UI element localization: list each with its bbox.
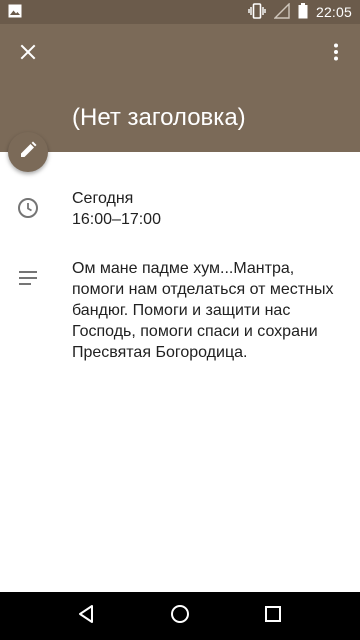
close-icon (20, 44, 36, 65)
back-button[interactable] (63, 592, 111, 640)
event-time-row: Сегодня 16:00–17:00 (0, 188, 360, 236)
edit-event-button[interactable] (8, 132, 48, 172)
event-time-range: 16:00–17:00 (72, 211, 161, 228)
more-options-button[interactable] (322, 36, 350, 72)
notes-icon (16, 266, 40, 290)
event-detail-screen: 22:05 (Нет заголовка) Сегодня 16:00–17:0… (0, 0, 360, 640)
recents-icon (264, 605, 282, 628)
vibrate-icon (248, 2, 266, 22)
signal-icon (273, 1, 290, 22)
home-icon (170, 604, 190, 629)
more-vert-icon (333, 43, 339, 66)
image-icon (8, 4, 22, 21)
event-description: Ом мане падме хум...Мантра, помоги нам о… (72, 260, 334, 361)
event-title: (Нет заголовка) (72, 104, 246, 131)
status-bar: 22:05 (0, 0, 360, 24)
edit-pencil-icon (19, 141, 37, 164)
status-time: 22:05 (315, 4, 352, 20)
event-time-text: Сегодня 16:00–17:00 (72, 188, 336, 230)
recents-button[interactable] (249, 592, 297, 640)
close-button[interactable] (10, 36, 46, 72)
system-nav-bar (0, 592, 360, 640)
back-icon (77, 604, 97, 629)
clock-icon (16, 196, 40, 220)
battery-icon (298, 2, 308, 22)
event-header: (Нет заголовка) (0, 24, 360, 152)
event-date: Сегодня (72, 190, 134, 207)
home-button[interactable] (156, 592, 204, 640)
